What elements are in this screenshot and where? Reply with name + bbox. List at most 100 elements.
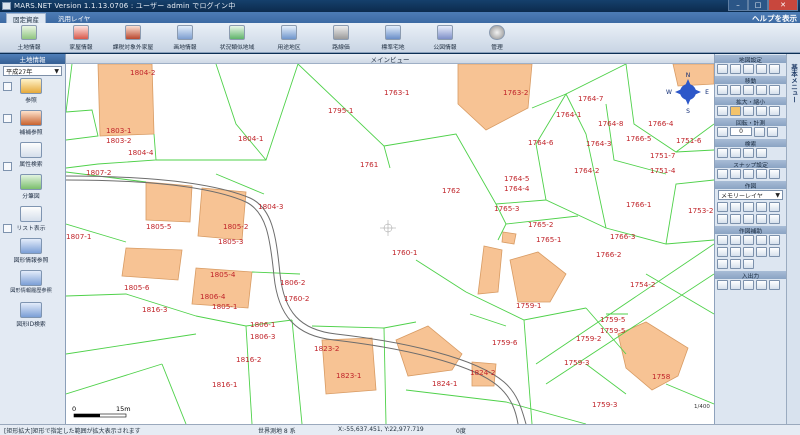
- toolbar-house-button[interactable]: 家屋情報: [60, 23, 102, 53]
- layer-select[interactable]: メモリーレイヤ ▼: [718, 190, 783, 200]
- shape-side-toggle[interactable]: [3, 224, 12, 233]
- list-view-button[interactable]: リスト表示: [14, 206, 48, 236]
- layer-icon[interactable]: [717, 64, 728, 74]
- extend-icon[interactable]: [743, 235, 754, 245]
- delete-shape-icon[interactable]: [756, 214, 767, 224]
- maximize-button[interactable]: □: [748, 0, 768, 11]
- snap-circle-icon[interactable]: [730, 169, 741, 179]
- snap-diamond-icon[interactable]: [743, 169, 754, 179]
- year-select[interactable]: 平成27年 ▼: [3, 66, 62, 76]
- attribute-search-button[interactable]: 属性検索: [14, 142, 48, 172]
- snap-edge-icon[interactable]: [769, 169, 780, 179]
- zone-icon: [281, 25, 297, 40]
- toolbar-road-price-button[interactable]: 路線価: [320, 23, 362, 53]
- divide-icon[interactable]: [730, 247, 741, 257]
- search-icon[interactable]: [717, 148, 728, 158]
- close-button[interactable]: ✕: [768, 0, 798, 11]
- arc-icon[interactable]: [743, 259, 754, 269]
- draw-rect-icon[interactable]: [743, 202, 754, 212]
- area-icon[interactable]: [767, 127, 778, 137]
- gear-icon: [489, 25, 505, 40]
- draw-line-icon[interactable]: [717, 202, 728, 212]
- trim-icon[interactable]: [756, 235, 767, 245]
- rotation-input[interactable]: 0: [730, 127, 752, 136]
- tab-fixed-assets[interactable]: 固定資産: [6, 13, 46, 24]
- image-icon[interactable]: [769, 280, 780, 290]
- split-side-toggle[interactable]: [3, 162, 12, 171]
- reference-button[interactable]: 参照: [14, 78, 48, 108]
- supplementary-side-toggle[interactable]: [3, 114, 12, 123]
- shape-id-search-button[interactable]: 図形ID検索: [14, 302, 48, 332]
- import-icon[interactable]: [743, 280, 754, 290]
- label-icon[interactable]: [756, 64, 767, 74]
- align-icon[interactable]: [717, 259, 728, 269]
- mirror-icon[interactable]: [769, 247, 780, 257]
- tab-general-layer[interactable]: 汎用レイヤ: [52, 13, 96, 23]
- building[interactable]: [457, 64, 533, 131]
- zoom-fit-icon[interactable]: [756, 106, 767, 116]
- parallel-icon[interactable]: [717, 235, 728, 245]
- toolbar-cadastral-map-button[interactable]: 公図情報: [424, 23, 466, 53]
- snap-vertex-icon[interactable]: [756, 169, 767, 179]
- measure-icon[interactable]: [754, 127, 765, 137]
- vertical-line-icon[interactable]: [730, 259, 741, 269]
- copy-shape-icon[interactable]: [743, 214, 754, 224]
- minimize-button[interactable]: –: [728, 0, 748, 11]
- building[interactable]: [509, 251, 567, 303]
- toolbar-manage-button[interactable]: 管理: [476, 23, 518, 53]
- perpendicular-icon[interactable]: [730, 235, 741, 245]
- snap-square-icon[interactable]: [717, 169, 728, 179]
- toolbar-nontax-house-button[interactable]: 課税対象外家屋: [112, 23, 154, 53]
- building[interactable]: [121, 247, 183, 281]
- building[interactable]: [501, 231, 517, 245]
- shape-history-button[interactable]: 図形情報履歴参照: [10, 270, 52, 300]
- print-icon[interactable]: [717, 280, 728, 290]
- rotate-icon[interactable]: [717, 127, 728, 137]
- shape-info-button[interactable]: 図形情報参照: [14, 238, 48, 268]
- refresh-icon[interactable]: [730, 85, 741, 95]
- draw-circle-icon[interactable]: [756, 202, 767, 212]
- toolbar-similar-area-button[interactable]: 状況類似地域: [216, 23, 258, 53]
- intersect-icon[interactable]: [743, 247, 754, 257]
- toolbar-standard-lot-button[interactable]: 標準宅地: [372, 23, 414, 53]
- cadastral-map[interactable]: 1804-2 1795-1 1763-1 1763-2 1764-7 1764-1 1764…: [66, 64, 714, 424]
- move-shape-icon[interactable]: [730, 214, 741, 224]
- building[interactable]: [672, 64, 714, 87]
- export-icon[interactable]: [730, 280, 741, 290]
- back-icon[interactable]: [743, 85, 754, 95]
- building[interactable]: [477, 245, 503, 295]
- main-map-view[interactable]: メインビュー 1804-2 1795-1 1763-1 1763-2 1764-…: [66, 54, 714, 424]
- basic-menu-tab[interactable]: 基本メニュー: [786, 54, 800, 424]
- building[interactable]: [197, 187, 247, 241]
- redraw-icon[interactable]: [769, 85, 780, 95]
- find-icon[interactable]: [756, 148, 767, 158]
- building[interactable]: [145, 181, 193, 223]
- save-icon[interactable]: [756, 280, 767, 290]
- display-icon[interactable]: [769, 64, 780, 74]
- color-icon[interactable]: [743, 64, 754, 74]
- forward-icon[interactable]: [756, 85, 767, 95]
- draw-text-icon[interactable]: [769, 202, 780, 212]
- edit-icon[interactable]: [717, 214, 728, 224]
- reference-side-toggle[interactable]: [3, 82, 12, 91]
- similar-area-icon: [229, 25, 245, 40]
- angle-icon[interactable]: [717, 247, 728, 257]
- zoom-in-icon[interactable]: [717, 106, 728, 116]
- select-icon[interactable]: [730, 148, 741, 158]
- zoom-out-icon[interactable]: [743, 106, 754, 116]
- toolbar-land-button[interactable]: 土地情報: [8, 23, 50, 53]
- midpoint-icon[interactable]: [756, 247, 767, 257]
- split-map-button[interactable]: 分筆図: [14, 174, 48, 204]
- grid-icon[interactable]: [730, 64, 741, 74]
- offset-icon[interactable]: [769, 235, 780, 245]
- style-icon[interactable]: [769, 214, 780, 224]
- toolbar-parcel-button[interactable]: 画地情報: [164, 23, 206, 53]
- filter-icon[interactable]: [743, 148, 754, 158]
- rect-zoom-icon[interactable]: [730, 106, 741, 116]
- zoom-extent-icon[interactable]: [769, 106, 780, 116]
- lot-number-label: 1764-8: [598, 119, 624, 128]
- supplementary-reference-button[interactable]: 補補参照: [14, 110, 48, 140]
- pan-hand-icon[interactable]: [717, 85, 728, 95]
- draw-polygon-icon[interactable]: [730, 202, 741, 212]
- toolbar-zone-button[interactable]: 用途地区: [268, 23, 310, 53]
